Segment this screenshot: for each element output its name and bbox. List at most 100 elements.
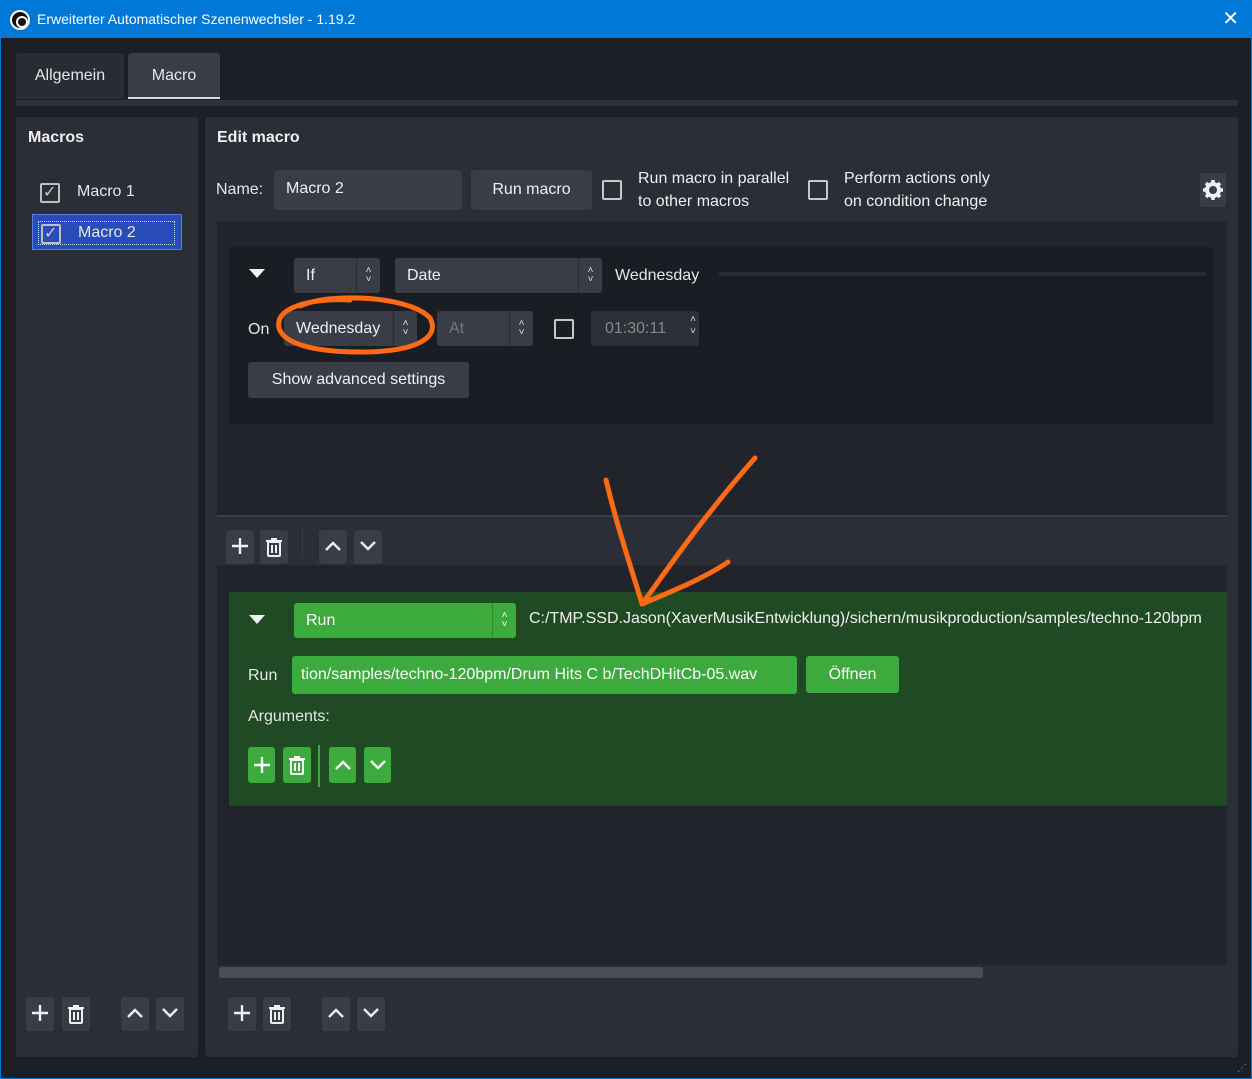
day-select[interactable]: Wednesday ˄ ˅ <box>284 311 417 346</box>
time-spin-icon[interactable]: ˄ ˅ <box>690 314 696 338</box>
trash-icon <box>269 1005 285 1024</box>
macro-label: Macro 2 <box>78 224 136 241</box>
add-argument-button[interactable] <box>248 747 275 783</box>
spin-arrows-icon: ˄ ˅ <box>509 311 533 346</box>
delete-macro-button[interactable] <box>62 997 90 1031</box>
run-path-input[interactable]: tion/samples/techno-120bpm/Drum Hits C b… <box>292 656 797 694</box>
condition-block: If ˄ ˅ Date ˄ ˅ Wednesday On Wednesday ˄ ˅ … <box>229 247 1213 424</box>
collapse-triangle-icon[interactable] <box>249 615 265 624</box>
on-label: On <box>248 321 270 338</box>
argument-up-button[interactable] <box>329 747 356 783</box>
condition-down-button[interactable] <box>354 530 382 564</box>
arguments-label: Arguments: <box>248 708 330 725</box>
at-select[interactable]: At ˄ ˅ <box>437 311 533 346</box>
time-enabled-checkbox[interactable] <box>554 319 574 339</box>
spin-arrows-icon: ˄ ˅ <box>356 258 380 293</box>
chevron-down-icon <box>363 1008 379 1018</box>
macro-enabled-checkbox[interactable] <box>40 182 60 203</box>
plus-icon <box>232 538 248 554</box>
action-down-button[interactable] <box>357 997 385 1031</box>
toolbar-separator <box>302 527 303 555</box>
macro-label: Macro 1 <box>77 183 135 200</box>
window-title: Erweiterter Automatischer Szenenwechsler… <box>37 11 356 27</box>
chevron-down-icon <box>162 1008 178 1018</box>
tab-underline <box>16 100 1238 106</box>
condition-up-button[interactable] <box>319 530 347 564</box>
resize-grip-icon[interactable]: ⋰ <box>1237 1063 1247 1074</box>
chevron-down-icon <box>360 541 376 551</box>
macro-enabled-checkbox[interactable] <box>41 223 61 244</box>
logic-select[interactable]: If ˄ ˅ <box>294 258 380 293</box>
chevron-down-icon <box>369 760 386 770</box>
chevron-up-icon <box>328 1008 344 1018</box>
trash-icon <box>289 756 305 775</box>
macro-name-input[interactable]: Macro 2 <box>274 170 462 210</box>
macros-title: Macros <box>28 129 85 146</box>
chevron-up-icon <box>334 760 351 770</box>
actions-area: Run ˄ ˅ C:/TMP.SSD.Jason(XaverMusikEntwic… <box>217 565 1227 965</box>
edit-macro-panel: Edit macro Name: Macro 2 Run macro Run m… <box>205 117 1238 1057</box>
condition-summary: Wednesday <box>615 267 700 284</box>
move-up-button[interactable] <box>121 997 149 1031</box>
conditions-area: If ˄ ˅ Date ˄ ˅ Wednesday On Wednesday ˄ ˅ … <box>217 221 1227 516</box>
at-value: At <box>449 320 465 337</box>
actions-only-label: Perform actions only on condition change <box>844 167 990 213</box>
add-macro-button[interactable] <box>26 997 54 1031</box>
trash-icon <box>266 538 282 557</box>
delete-action-button[interactable] <box>263 997 291 1031</box>
tab-allgemein[interactable]: Allgemein <box>16 53 124 99</box>
delete-argument-button[interactable] <box>283 747 311 783</box>
spin-arrows-icon: ˄ ˅ <box>492 603 516 638</box>
actions-only-checkbox[interactable] <box>808 180 828 200</box>
day-value: Wednesday <box>296 320 381 337</box>
plus-icon <box>253 757 270 773</box>
name-label: Name: <box>216 181 264 198</box>
action-type-value: Run <box>306 612 336 629</box>
add-condition-button[interactable] <box>226 530 254 564</box>
chevron-up-icon <box>325 541 341 551</box>
condition-type-select[interactable]: Date ˄ ˅ <box>395 258 602 293</box>
close-icon[interactable]: ✕ <box>1222 7 1239 31</box>
show-advanced-settings-button[interactable]: Show advanced settings <box>248 362 469 398</box>
horizontal-scrollbar[interactable] <box>219 967 983 978</box>
action-path-summary: C:/TMP.SSD.Jason(XaverMusikEntwicklung)/… <box>529 610 1202 627</box>
logic-value: If <box>306 267 315 284</box>
plus-icon <box>32 1005 48 1021</box>
app-window: Erweiterter Automatischer Szenenwechsler… <box>0 0 1252 1079</box>
macros-panel: Macros Macro 1 Macro 2 <box>16 117 198 1057</box>
open-button[interactable]: Öffnen <box>806 656 899 693</box>
obs-logo-icon <box>10 10 30 30</box>
condition-separator <box>719 272 1206 276</box>
settings-button[interactable] <box>1200 173 1226 207</box>
argument-separator <box>318 745 320 787</box>
action-block: Run ˄ ˅ C:/TMP.SSD.Jason(XaverMusikEntwic… <box>229 592 1227 806</box>
run-parallel-checkbox[interactable] <box>602 180 622 200</box>
gear-icon <box>1203 180 1223 200</box>
move-down-button[interactable] <box>156 997 184 1031</box>
macro-list-item[interactable]: Macro 1 <box>32 174 182 210</box>
spin-arrows-icon: ˄ ˅ <box>393 311 417 346</box>
spin-arrows-icon: ˄ ˅ <box>578 258 602 293</box>
argument-down-button[interactable] <box>364 747 391 783</box>
time-input[interactable]: 01:30:11 ˄ ˅ <box>591 311 699 346</box>
tab-macro[interactable]: Macro <box>128 53 220 99</box>
run-parallel-label-line2: to other macros <box>638 193 750 210</box>
run-label: Run <box>248 667 278 684</box>
run-parallel-label: Run macro in parallel to other macros <box>638 167 789 213</box>
time-value: 01:30:11 <box>605 320 667 337</box>
action-up-button[interactable] <box>322 997 350 1031</box>
delete-condition-button[interactable] <box>260 530 288 564</box>
run-macro-button[interactable]: Run macro <box>471 170 592 210</box>
action-type-select[interactable]: Run ˄ ˅ <box>294 603 516 638</box>
trash-icon <box>68 1005 84 1024</box>
condition-toolbar <box>217 517 1227 565</box>
title-bar: Erweiterter Automatischer Szenenwechsler… <box>1 1 1251 38</box>
macro-list-item-selected[interactable]: Macro 2 <box>32 214 182 250</box>
collapse-triangle-icon[interactable] <box>249 269 265 278</box>
run-path-value: tion/samples/techno-120bpm/Drum Hits C b… <box>301 666 758 683</box>
chevron-up-icon <box>127 1008 143 1018</box>
run-parallel-label-line1: Run macro in parallel <box>638 170 790 187</box>
plus-icon <box>234 1005 250 1021</box>
add-action-button[interactable] <box>228 997 256 1031</box>
condition-type-value: Date <box>407 267 441 284</box>
